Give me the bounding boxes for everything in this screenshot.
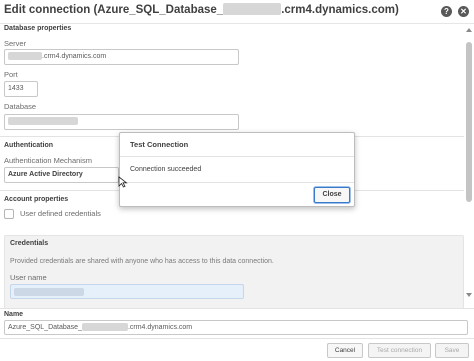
database-input[interactable] — [4, 114, 239, 130]
dialog-message: Connection succeeded — [130, 166, 202, 173]
user-defined-credentials-label: User defined credentials — [20, 209, 101, 218]
database-label: Database — [4, 102, 37, 111]
authentication-title: Authentication — [4, 142, 53, 149]
auth-mechanism-select[interactable]: Azure Active Directory — [4, 167, 119, 183]
dialog-header: Edit connection (Azure_SQL_Database_ .crm… — [0, 0, 474, 24]
dialog-title: Test Connection — [120, 133, 354, 157]
database-properties-title: Database properties — [4, 25, 72, 32]
save-button[interactable]: Save — [435, 343, 469, 358]
credentials-description: Provided credentials are shared with any… — [10, 258, 274, 265]
name-suffix: .crm4.dynamics.com — [127, 324, 193, 331]
test-connection-dialog: Test Connection Connection succeeded Clo… — [119, 132, 355, 207]
account-properties-title: Account properties — [4, 196, 69, 203]
help-icon[interactable]: ? — [441, 6, 452, 17]
name-label: Name — [4, 311, 24, 318]
name-prefix: Azure_SQL_Database_ — [8, 324, 82, 331]
scrollbar-thumb[interactable] — [466, 42, 472, 202]
close-button[interactable]: Close — [314, 187, 350, 203]
page-title: Edit connection (Azure_SQL_Database_ .crm… — [4, 2, 399, 16]
scrollbar[interactable] — [466, 28, 472, 298]
user-defined-credentials-checkbox[interactable] — [4, 209, 14, 219]
redacted-block — [223, 2, 282, 15]
server-label: Server — [4, 39, 27, 48]
title-prefix: Edit connection (Azure_SQL_Database_ — [4, 4, 224, 16]
auth-mechanism-label: Authentication Mechanism — [4, 156, 92, 165]
credentials-title: Credentials — [10, 240, 49, 247]
redacted-block — [8, 116, 78, 125]
scroll-up-arrow-icon[interactable] — [466, 28, 472, 32]
mouse-cursor-icon — [118, 176, 128, 188]
cancel-button[interactable]: Cancel — [327, 343, 363, 358]
name-section: Name Azure_SQL_Database_ .crm4.dynamics.c… — [0, 308, 474, 336]
redacted-block — [8, 51, 42, 60]
test-connection-button[interactable]: Test connection — [368, 343, 431, 358]
close-icon[interactable]: ✕ — [458, 6, 469, 17]
credentials-panel: Credentials Provided credentials are sha… — [4, 235, 464, 308]
server-input[interactable]: .crm4.dynamics.com — [4, 49, 239, 65]
port-label: Port — [4, 70, 18, 79]
divider — [120, 182, 354, 183]
scroll-down-arrow-icon[interactable] — [466, 293, 472, 297]
title-suffix: .crm4.dynamics.com) — [281, 4, 399, 16]
port-input[interactable]: 1433 — [4, 81, 38, 97]
username-input[interactable] — [10, 284, 244, 299]
footer: Cancel Test connection Save — [0, 338, 474, 361]
redacted-block — [81, 322, 128, 331]
server-value: .crm4.dynamics.com — [42, 53, 107, 60]
username-label: User name — [10, 273, 47, 282]
name-input[interactable]: Azure_SQL_Database_ .crm4.dynamics.com — [4, 320, 468, 335]
redacted-block — [14, 288, 84, 296]
